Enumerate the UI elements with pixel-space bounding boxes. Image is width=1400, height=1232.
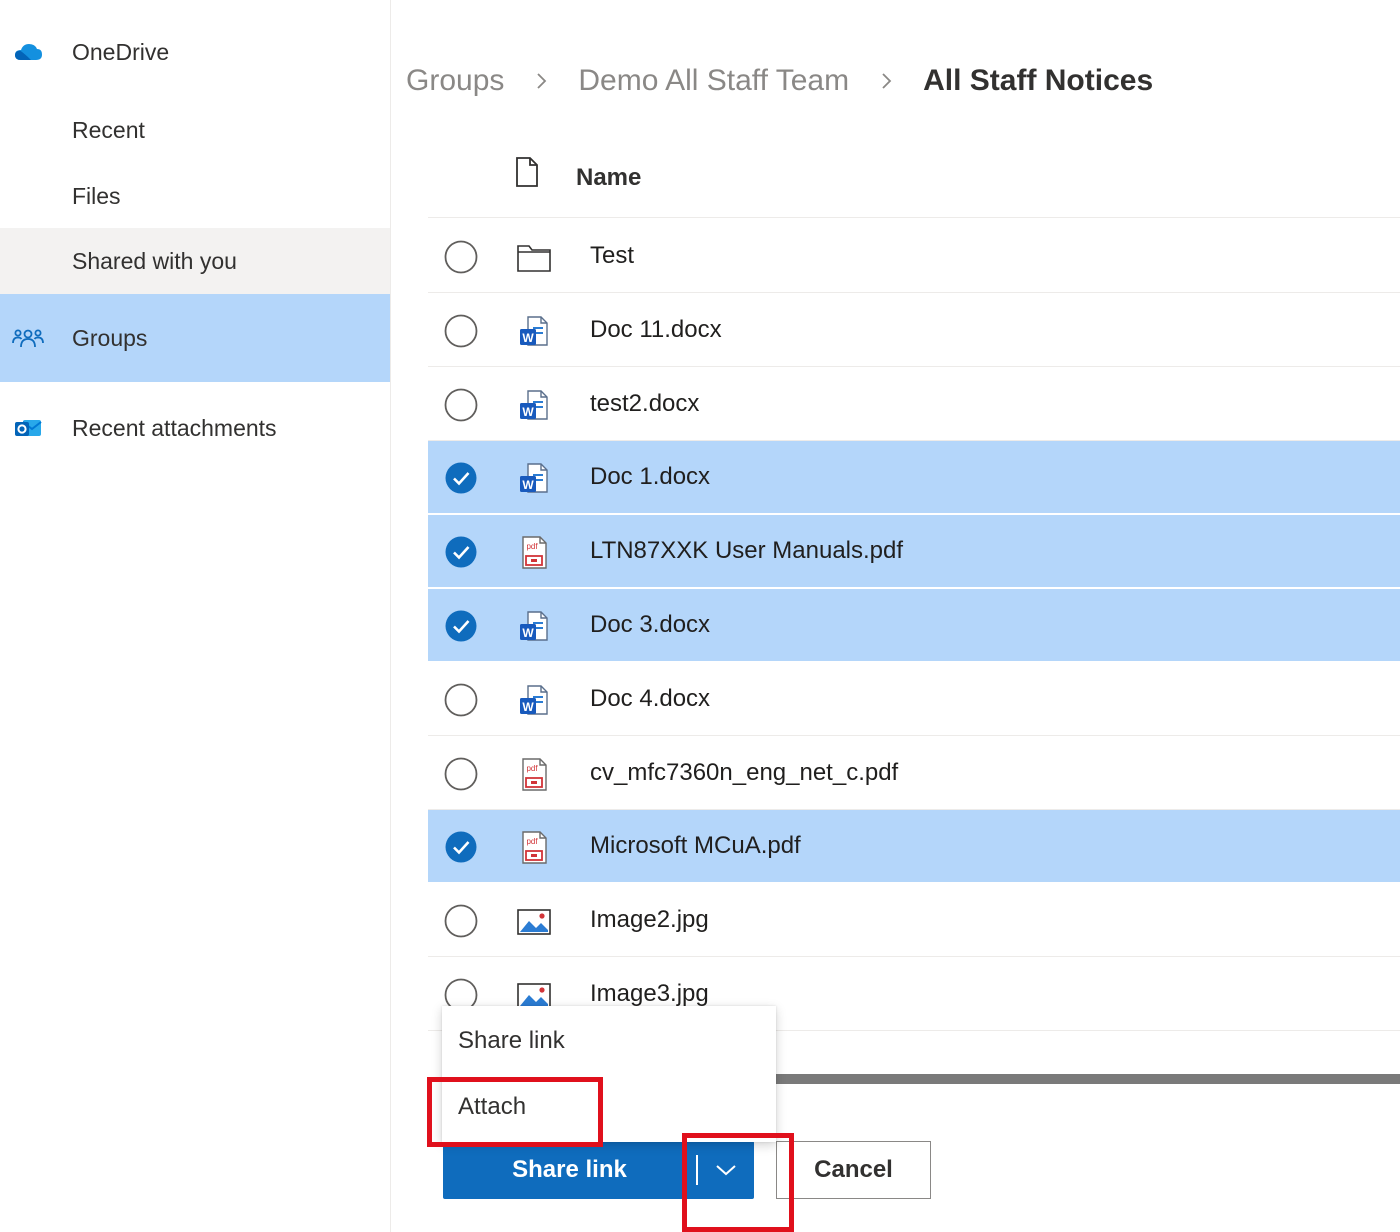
sidebar-item-label: Recent attachments xyxy=(72,414,277,441)
svg-text:pdf: pdf xyxy=(526,764,538,773)
breadcrumb-item-current: All Staff Notices xyxy=(923,64,1154,97)
file-row[interactable]: Wtest2.docx xyxy=(428,368,1400,441)
share-options-menu: Share link Attach xyxy=(442,1006,776,1142)
file-row[interactable]: W Doc 4.docx xyxy=(428,663,1400,736)
breadcrumb: Groups Demo All Staff Team All Staff Not… xyxy=(406,56,1153,106)
file-name: Doc 4.docx xyxy=(590,685,711,712)
unchecked-circle-icon[interactable] xyxy=(444,757,478,791)
svg-text:W: W xyxy=(522,405,534,419)
breadcrumb-item-team[interactable]: Demo All Staff Team xyxy=(578,64,849,98)
sidebar-item-label: Groups xyxy=(72,324,148,351)
checked-circle-icon[interactable] xyxy=(444,609,478,643)
file-row[interactable]: W Doc 11.docx xyxy=(428,294,1400,367)
file-name: Doc 1.docx xyxy=(590,463,711,490)
word-file-icon: W xyxy=(520,316,548,346)
sidebar-item-shared-with-you[interactable]: Shared with you xyxy=(0,228,390,294)
svg-text:W: W xyxy=(522,700,534,714)
file-name: cv_mfc7360n_eng_net_c.pdf xyxy=(590,759,899,786)
sidebar-item-recent[interactable]: Recent xyxy=(0,100,390,160)
sidebar-item-files[interactable]: Files xyxy=(0,166,390,226)
menu-item-label: Share link xyxy=(458,1027,565,1054)
word-file-icon: W xyxy=(520,685,548,715)
unchecked-circle-icon[interactable] xyxy=(444,388,478,422)
horizontal-scrollbar[interactable] xyxy=(775,1074,1400,1084)
file-name: Doc 3.docx xyxy=(590,611,711,638)
file-row[interactable]: pdf Microsoft MCuA.pdf xyxy=(428,810,1400,883)
sidebar-item-label: OneDrive xyxy=(72,38,170,65)
word-file-icon: W xyxy=(520,611,548,641)
file-name: Doc 11.docx xyxy=(590,316,722,343)
image-file-icon xyxy=(517,909,551,935)
file-name: Microsoft MCuA.pdf xyxy=(590,832,801,859)
groups-icon xyxy=(12,322,44,354)
menu-item-label: Attach xyxy=(458,1093,527,1120)
unchecked-circle-icon[interactable] xyxy=(444,904,478,938)
svg-text:W: W xyxy=(522,331,534,345)
menu-item-attach[interactable]: Attach xyxy=(442,1080,776,1134)
breadcrumb-item-groups[interactable]: Groups xyxy=(406,64,504,98)
file-row[interactable]: pdf cv_mfc7360n_eng_net_c.pdf xyxy=(428,737,1400,810)
svg-text:W: W xyxy=(522,626,534,640)
checked-circle-icon[interactable] xyxy=(444,535,478,569)
file-row[interactable]: Test xyxy=(428,220,1400,293)
sidebar: OneDrive Recent Files Shared with you Gr… xyxy=(0,0,391,1232)
sidebar-item-label: Recent xyxy=(72,116,145,143)
unchecked-circle-icon[interactable] xyxy=(444,314,478,348)
file-name: Image2.jpg xyxy=(590,906,709,933)
word-file-icon: W xyxy=(520,390,548,420)
onedrive-cloud-icon xyxy=(12,36,44,68)
file-row[interactable]: W Doc 3.docx xyxy=(428,589,1400,662)
pdf-file-icon: pdf xyxy=(522,536,547,569)
file-row[interactable]: pdf LTN87XXK User Manuals.pdf xyxy=(428,515,1400,588)
checked-circle-icon[interactable] xyxy=(444,461,478,495)
share-options-dropdown-button[interactable] xyxy=(698,1141,754,1199)
svg-text:pdf: pdf xyxy=(526,542,538,551)
pdf-file-icon: pdf xyxy=(522,758,547,791)
checked-circle-icon[interactable] xyxy=(444,830,478,864)
sidebar-item-groups[interactable]: Groups xyxy=(0,294,390,382)
file-name: test2.docx xyxy=(590,390,700,417)
folder-icon xyxy=(517,245,551,272)
file-row[interactable]: W Doc 1.docx xyxy=(428,441,1400,514)
file-name: Test xyxy=(590,242,635,269)
unchecked-circle-icon[interactable] xyxy=(444,683,478,717)
file-name: LTN87XXK User Manuals.pdf xyxy=(590,537,904,564)
column-header-name[interactable]: Name xyxy=(576,164,641,192)
file-name: Image3.jpg xyxy=(590,980,709,1007)
list-header: Name xyxy=(428,140,1400,218)
svg-text:W: W xyxy=(522,478,534,492)
chevron-down-icon xyxy=(716,1165,736,1176)
pdf-file-icon: pdf xyxy=(522,831,547,864)
file-row[interactable]: Image2.jpg xyxy=(428,884,1400,957)
sidebar-item-label: Files xyxy=(72,182,121,209)
chevron-right-icon xyxy=(537,73,547,89)
sidebar-item-label: Shared with you xyxy=(72,247,237,274)
chevron-right-icon xyxy=(882,73,892,89)
unchecked-circle-icon[interactable] xyxy=(444,240,478,274)
word-file-icon: W xyxy=(520,463,548,493)
cancel-button[interactable]: Cancel xyxy=(776,1141,931,1199)
sidebar-item-recent-attachments[interactable]: Recent attachments xyxy=(0,398,390,458)
file-type-icon xyxy=(516,157,538,187)
share-link-button[interactable]: Share link xyxy=(443,1141,696,1199)
menu-item-share-link[interactable]: Share link xyxy=(442,1014,776,1068)
sidebar-item-onedrive[interactable]: OneDrive xyxy=(0,22,390,82)
svg-text:pdf: pdf xyxy=(526,837,538,846)
outlook-attachments-icon xyxy=(12,412,44,444)
